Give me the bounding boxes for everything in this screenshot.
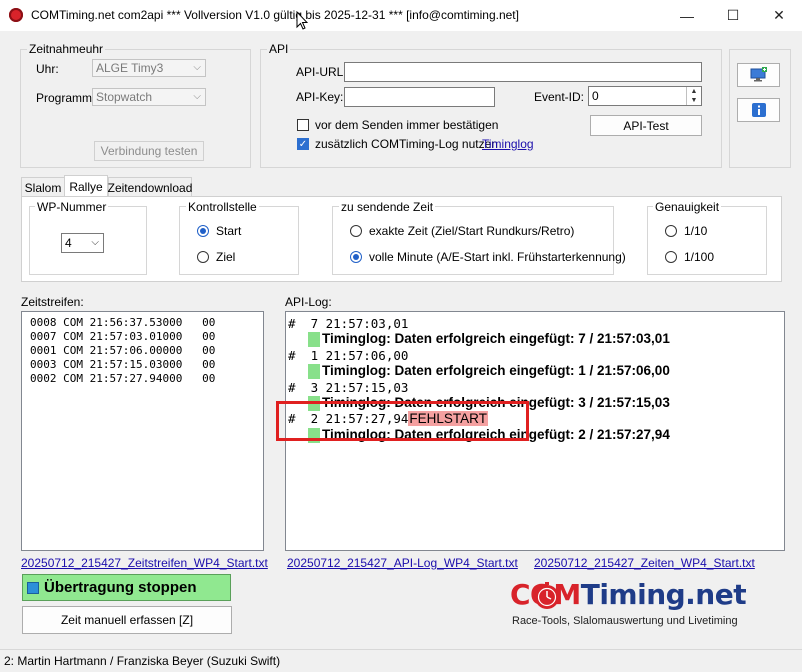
wp-nummer-value: 4 — [65, 236, 72, 250]
spin-arrows-icon[interactable]: ▲ ▼ — [686, 87, 701, 105]
zeitstreifen-list[interactable]: 0008 COM 21:56:37.53000 00 0007 COM 21:5… — [21, 311, 264, 551]
api-key-input[interactable] — [344, 87, 495, 107]
hundertstel-label: 1/100 — [684, 250, 715, 264]
monitor-plus-icon — [750, 67, 767, 82]
api-key-label: API-Key: — [296, 90, 344, 104]
maximize-button[interactable]: ☐ — [710, 0, 756, 31]
chevron-down-icon: ⌵ — [193, 91, 201, 102]
log-entry-message: Timinglog: Daten erfolgreich eingefügt: … — [322, 363, 670, 378]
log-entry-line: # 7 21:57:03,01 — [288, 316, 409, 331]
programm-select[interactable]: Stopwatch ⌵ — [92, 88, 206, 106]
info-button[interactable] — [737, 98, 780, 122]
api-test-button[interactable]: API-Test — [590, 115, 702, 136]
success-marker-icon — [308, 364, 320, 379]
start-label: Start — [216, 224, 242, 238]
tab-rallye[interactable]: Rallye — [64, 175, 108, 197]
app-logo-icon — [9, 8, 23, 22]
stop-indicator-icon — [27, 581, 39, 594]
monitor-button[interactable] — [737, 63, 780, 87]
chevron-down-icon: ⌵ — [91, 237, 99, 248]
stop-button-label: Übertragung stoppen — [44, 579, 197, 596]
stopwatch-icon — [535, 582, 559, 609]
confirm-checkbox[interactable] — [297, 119, 309, 131]
mouse-cursor-icon — [296, 11, 308, 30]
logo-tagline: Race-Tools, Slalomauswertung und Livetim… — [512, 615, 738, 627]
event-id-input[interactable]: 0 ▲ ▼ — [588, 86, 702, 106]
api-log-file-link[interactable]: 20250712_215427_API-Log_WP4_Start.txt — [287, 556, 518, 570]
api-legend: API — [267, 42, 291, 56]
volle-minute-label: volle Minute (A/E-Start inkl. Frühstarte… — [369, 250, 626, 264]
zeitstreifen-file-link[interactable]: 20250712_215427_Zeitstreifen_WP4_Start.t… — [21, 556, 268, 570]
log-checkbox[interactable]: ✓ — [297, 138, 309, 150]
exakte-zeit-radio[interactable] — [350, 225, 362, 237]
uhr-select[interactable]: ALGE Timy3 ⌵ — [92, 59, 206, 77]
zu-sendende-zeit-group — [332, 206, 614, 275]
timinglog-link[interactable]: Timinglog — [482, 137, 534, 151]
api-url-input[interactable] — [344, 62, 702, 82]
volle-minute-radio[interactable] — [350, 251, 362, 263]
window-title: COMTiming.net com2api *** Vollversion V1… — [31, 8, 519, 22]
confirm-label: vor dem Senden immer bestätigen — [315, 118, 499, 132]
uebertragung-stoppen-button[interactable]: Übertragung stoppen — [22, 574, 231, 601]
tab-zeitendownload[interactable]: Zeitendownload — [108, 177, 192, 197]
kontrollstelle-group — [179, 206, 299, 275]
uhr-label: Uhr: — [36, 62, 59, 76]
log-label: zusätzlich COMTiming-Log nutzen — [315, 137, 498, 151]
zeitstreifen-row: 0007 COM 21:57:03.01000 00 — [30, 330, 216, 343]
genauigkeit-legend: Genauigkeit — [653, 200, 722, 214]
success-marker-icon — [308, 332, 320, 347]
zehntel-radio[interactable] — [665, 225, 677, 237]
chevron-down-icon: ⌵ — [193, 62, 201, 73]
api-log-label: API-Log: — [285, 295, 332, 309]
uhr-value: ALGE Timy3 — [96, 61, 164, 75]
zeitstreifen-row: 0001 COM 21:57:06.00000 00 — [30, 344, 216, 357]
zu-sendende-zeit-legend: zu sendende Zeit — [339, 200, 436, 214]
zeitstreifen-row: 0002 COM 21:57:27.94000 00 — [30, 372, 216, 385]
zeitstreifen-row: 0008 COM 21:56:37.53000 00 — [30, 316, 216, 329]
event-id-value: 0 — [592, 89, 599, 103]
event-id-label: Event-ID: — [534, 90, 585, 104]
zeit-manuell-button[interactable]: Zeit manuell erfassen [Z] — [22, 606, 232, 634]
kontrollstelle-legend: Kontrollstelle — [186, 200, 259, 214]
log-entry-line: # 3 21:57:15,03 — [288, 380, 409, 395]
zeitstreifen-row: 0003 COM 21:57:15.03000 00 — [30, 358, 216, 371]
hundertstel-radio[interactable] — [665, 251, 677, 263]
programm-label: Programm: — [36, 91, 96, 105]
ziel-label: Ziel — [216, 250, 236, 264]
genauigkeit-group — [647, 206, 767, 275]
zeiten-file-link[interactable]: 20250712_215427_Zeiten_WP4_Start.txt — [534, 556, 755, 570]
minimize-button[interactable]: — — [664, 0, 710, 31]
info-icon — [751, 103, 766, 117]
comtiming-logo: COMTiming.net Race-Tools, Slalomauswertu… — [510, 578, 790, 638]
wp-nummer-select[interactable]: 4 ⌵ — [61, 233, 104, 253]
zeitnahmeuhr-legend: Zeitnahmeuhr — [27, 42, 106, 56]
verbindung-testen-button[interactable]: Verbindung testen — [94, 141, 204, 161]
zehntel-label: 1/10 — [684, 224, 708, 238]
status-text: 2: Martin Hartmann / Franziska Beyer (Su… — [4, 654, 281, 668]
ziel-radio[interactable] — [197, 251, 209, 263]
exakte-zeit-label: exakte Zeit (Ziel/Start Rundkurs/Retro) — [369, 224, 575, 238]
api-url-label: API-URL: — [296, 65, 347, 79]
start-radio[interactable] — [197, 225, 209, 237]
programm-value: Stopwatch — [96, 90, 153, 104]
logo-rest: Timing.net — [580, 578, 747, 611]
log-entry-message: Timinglog: Daten erfolgreich eingefügt: … — [322, 331, 670, 346]
highlight-box — [276, 401, 529, 441]
close-button[interactable]: ✕ — [756, 0, 802, 31]
zeitstreifen-label: Zeitstreifen: — [21, 295, 84, 309]
wp-nummer-legend: WP-Nummer — [35, 200, 109, 214]
log-entry-line: # 1 21:57:06,00 — [288, 348, 409, 363]
tab-slalom[interactable]: Slalom — [21, 177, 65, 197]
